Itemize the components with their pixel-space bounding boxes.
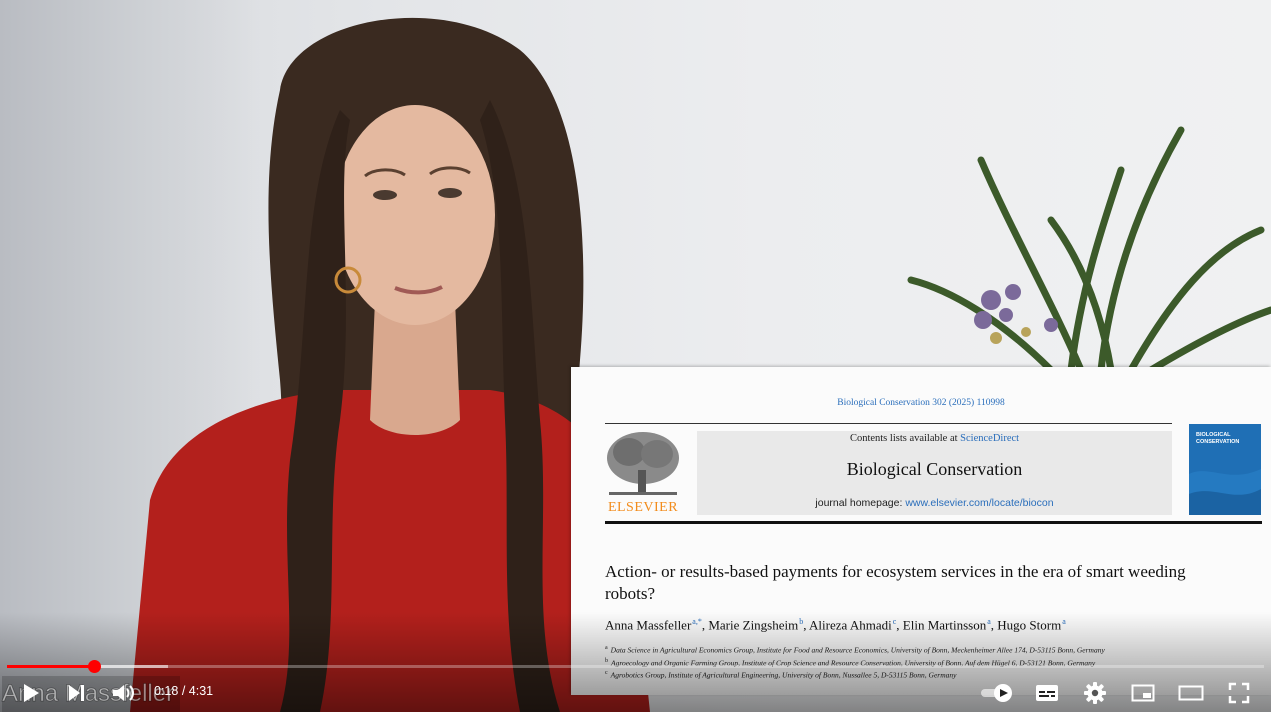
theater-mode-button[interactable]	[1176, 680, 1206, 706]
play-icon	[24, 684, 39, 702]
paper-citation: Biological Conservation 302 (2025) 11099…	[837, 398, 1005, 408]
journal-name: Biological Conservation	[846, 459, 1023, 479]
homepage-link[interactable]: www.elsevier.com/locate/biocon	[905, 497, 1053, 509]
fullscreen-button[interactable]	[1224, 680, 1254, 706]
publisher-name: ELSEVIER	[607, 500, 679, 515]
paper-title: Action- or results-based payments for ec…	[605, 562, 1186, 603]
settings-button[interactable]	[1080, 680, 1110, 706]
theater-icon	[1178, 685, 1204, 701]
plant-image	[907, 126, 1271, 374]
gear-icon	[1084, 682, 1106, 704]
miniplayer-icon	[1131, 684, 1155, 702]
journal-homepage: journal homepage: www.elsevier.com/locat…	[697, 497, 1172, 509]
volume-button[interactable]	[108, 680, 140, 706]
journal-masthead: Contents lists available at ScienceDirec…	[697, 431, 1172, 515]
current-time: 0:18	[154, 684, 179, 698]
presenter-image	[130, 17, 650, 712]
played-bar	[7, 665, 94, 668]
scrubber-handle[interactable]	[87, 660, 101, 673]
divider	[605, 521, 1262, 524]
contents-prefix: Contents lists available at	[849, 433, 961, 444]
subtitles-button[interactable]	[1032, 680, 1062, 706]
journal-cover-image: BIOLOGICAL CONSERVATION	[1189, 424, 1261, 515]
time-separator: /	[178, 684, 189, 698]
video-player[interactable]: Biological Conservation 302 (2025) 11099…	[0, 0, 1271, 712]
time-display: 0:18 / 4:31	[154, 684, 213, 698]
contents-availability: Contents lists available at ScienceDirec…	[697, 433, 1172, 444]
duration: 4:31	[188, 684, 214, 698]
autoplay-toggle[interactable]	[978, 680, 1016, 706]
subtitles-icon	[1036, 685, 1058, 701]
divider	[605, 423, 1172, 424]
fullscreen-icon	[1228, 682, 1250, 704]
cover-texture	[1189, 469, 1261, 515]
homepage-prefix: journal homepage:	[815, 497, 906, 509]
miniplayer-button[interactable]	[1128, 680, 1158, 706]
progress-bar[interactable]	[7, 660, 1264, 673]
autoplay-toggle-icon	[981, 684, 1012, 702]
next-icon	[69, 685, 84, 701]
sciencedirect-link[interactable]: ScienceDirect	[960, 433, 1019, 444]
next-button[interactable]	[62, 680, 92, 706]
volume-icon	[113, 685, 134, 701]
play-button[interactable]	[16, 680, 46, 706]
